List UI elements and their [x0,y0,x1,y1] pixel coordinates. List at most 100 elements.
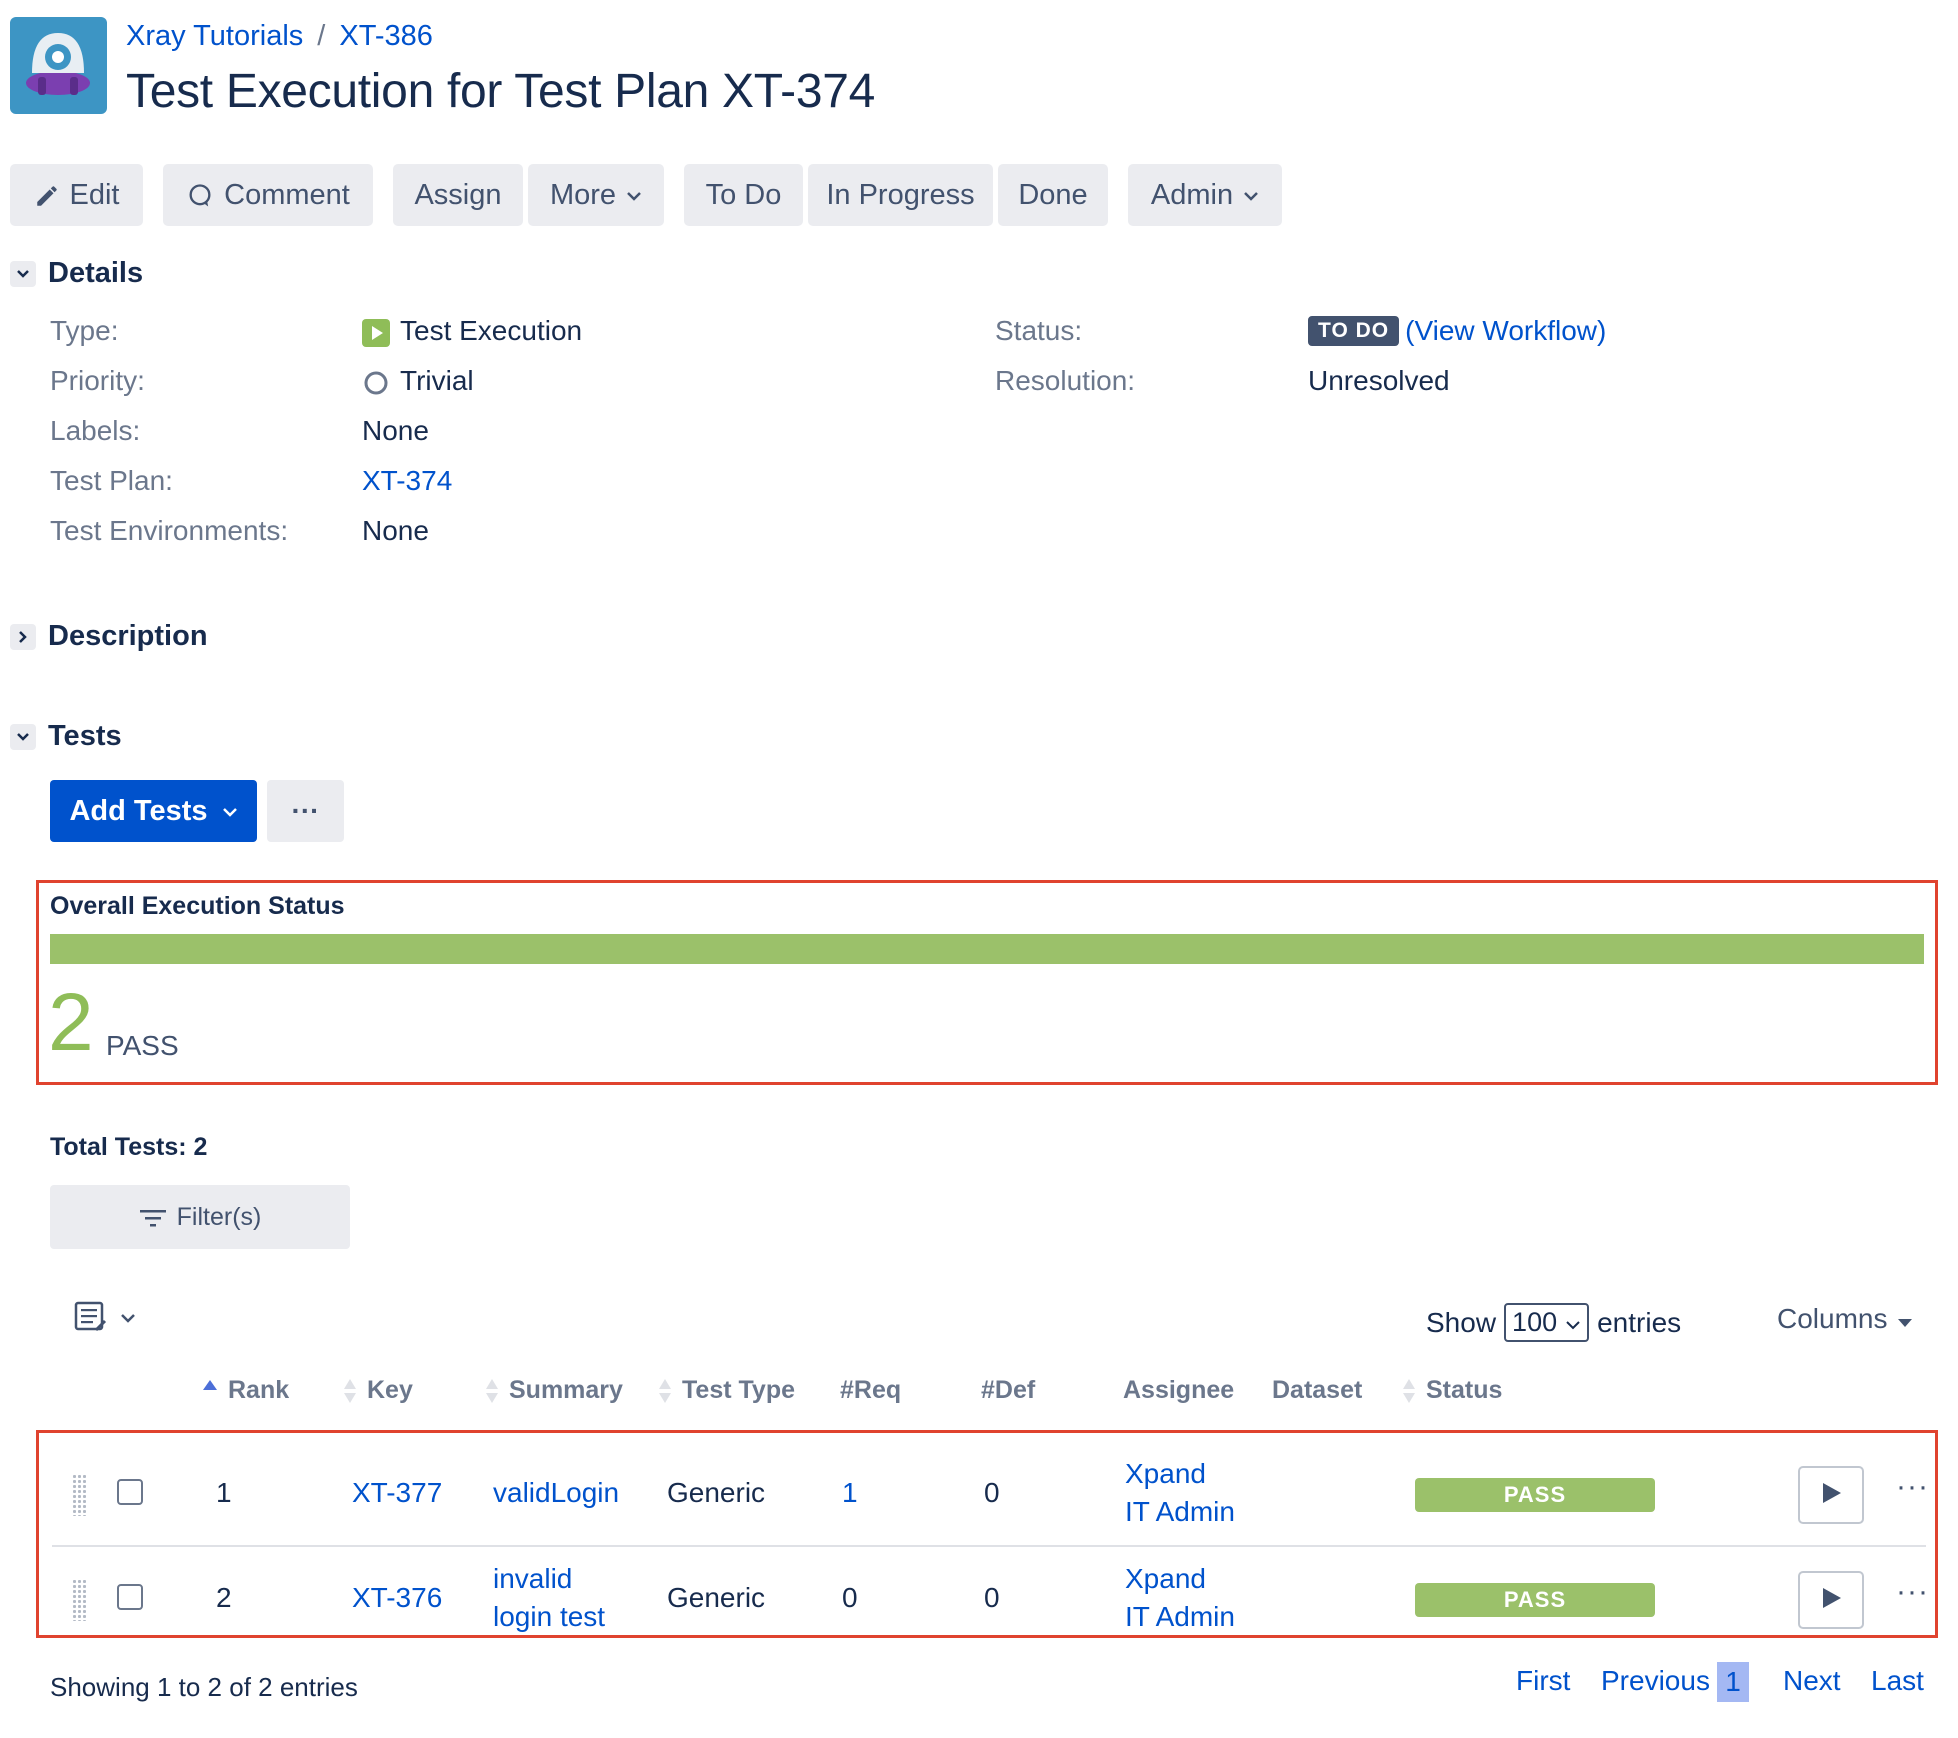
view-workflow-link[interactable]: View Workflow [1414,315,1597,347]
breadcrumb: Xray Tutorials / XT-386 [126,20,433,53]
column-header-key-label: Key [367,1376,413,1404]
row-assignee-link[interactable]: Xpand [1125,1563,1206,1595]
labels-label: Labels: [50,415,141,446]
pagination-current-page[interactable]: 1 [1717,1662,1749,1702]
more-label: More [549,178,617,211]
chevron-down-icon [10,260,36,287]
add-tests-button[interactable]: Add Tests [50,780,257,842]
row-req-link[interactable]: 1 [842,1477,858,1509]
pagination-previous[interactable]: Previous [1601,1665,1710,1697]
row-key-link[interactable]: XT-377 [352,1477,442,1509]
row-assignee-link[interactable]: Xpand [1125,1458,1206,1490]
assign-button[interactable]: Assign [393,164,523,226]
admin-button[interactable]: Admin [1128,164,1282,226]
test-plan-link[interactable]: XT-374 [362,465,452,497]
row-more-actions-button[interactable]: ··· [1896,1575,1929,1609]
column-header-rank[interactable]: Rank [202,1376,289,1405]
more-button[interactable]: More [528,164,664,226]
row-assignee-link-line2[interactable]: IT Admin [1125,1496,1235,1528]
row-summary-link[interactable]: validLogin [493,1477,619,1509]
column-header-req[interactable]: #Req [840,1376,901,1405]
entries-select[interactable]: 100 [1504,1303,1590,1342]
pagination-last[interactable]: Last [1871,1665,1924,1697]
row-test-type: Generic [667,1477,766,1508]
comment-icon [186,179,214,212]
column-header-key[interactable]: Key [343,1376,413,1405]
columns-dropdown[interactable]: Columns [1777,1303,1913,1335]
row-test-type: Generic [667,1582,766,1613]
comment-label: Comment [224,178,350,211]
workflow-open-paren: ( [1405,315,1415,346]
type-value-text: Test Execution [400,315,583,346]
show-label: Show [1426,1306,1497,1338]
row-rank: 2 [216,1582,232,1613]
drag-handle-icon[interactable] [72,1579,86,1621]
status-badge: TO DO [1308,316,1400,346]
priority-value: Trivial [362,365,474,397]
description-toggle[interactable]: Description [10,620,208,653]
test-plan-label: Test Plan: [50,465,173,496]
status-value: TO DO (View Workflow) [1308,315,1606,347]
sort-icon [658,1378,672,1404]
column-header-summary[interactable]: Summary [485,1376,623,1405]
to-do-button[interactable]: To Do [684,164,803,226]
execute-button[interactable] [1798,1466,1864,1524]
priority-value-text: Trivial [400,365,474,396]
execute-button[interactable] [1798,1571,1864,1629]
column-header-dataset[interactable]: Dataset [1272,1376,1362,1405]
edit-button[interactable]: Edit [10,164,143,226]
filter-label: Filter(s) [176,1202,262,1231]
sort-icon [1402,1378,1416,1404]
total-tests: Total Tests: 2 [50,1133,208,1161]
column-header-assignee[interactable]: Assignee [1123,1376,1234,1405]
add-tests-label: Add Tests [69,794,208,827]
row-summary-link-line2[interactable]: login test [493,1601,605,1633]
workflow-close-paren: ) [1597,315,1607,346]
breadcrumb-issue-link[interactable]: XT-386 [339,20,433,53]
row-status-badge[interactable]: PASS [1415,1478,1655,1512]
tests-toggle[interactable]: Tests [10,720,122,753]
project-avatar-icon[interactable] [10,17,107,114]
edit-label: Edit [69,178,120,211]
row-status-badge[interactable]: PASS [1415,1583,1655,1617]
done-button[interactable]: Done [998,164,1108,226]
priority-trivial-icon [362,365,390,397]
details-heading: Details [48,257,144,289]
column-header-status[interactable]: Status [1402,1376,1502,1405]
row-summary-link[interactable]: invalid [493,1563,572,1595]
type-value: Test Execution [362,315,582,347]
column-header-def[interactable]: #Def [981,1376,1035,1405]
pagination-next[interactable]: Next [1783,1665,1841,1697]
play-icon [1819,1481,1843,1510]
sort-ascending-icon [202,1369,218,1398]
row-checkbox[interactable] [117,1584,143,1610]
admin-label: Admin [1150,178,1234,211]
test-environments-value: None [362,515,429,546]
overall-pass-label: PASS [106,1030,179,1061]
pagination-first[interactable]: First [1516,1665,1570,1697]
column-view-icon [74,1300,108,1339]
row-more-actions-button[interactable]: ··· [1896,1470,1929,1504]
chevron-right-icon [10,623,36,650]
row-checkbox[interactable] [117,1479,143,1505]
row-assignee-link-line2[interactable]: IT Admin [1125,1601,1235,1633]
chevron-down-icon [1243,179,1259,212]
row-key-link[interactable]: XT-376 [352,1582,442,1614]
columns-label: Columns [1777,1303,1888,1334]
test-execution-icon [362,315,390,347]
entries-label: entries [1597,1306,1682,1338]
drag-handle-icon[interactable] [72,1474,86,1516]
column-view-toggle[interactable] [74,1300,136,1339]
entries-select-value: 100 [1512,1307,1558,1337]
column-header-test-type[interactable]: Test Type [658,1376,795,1405]
chevron-down-icon [222,795,238,828]
tests-more-actions-button[interactable]: ··· [267,780,344,842]
in-progress-button[interactable]: In Progress [808,164,993,226]
showing-entries-info: Showing 1 to 2 of 2 entries [50,1672,358,1702]
comment-button[interactable]: Comment [163,164,373,226]
filter-button[interactable]: Filter(s) [50,1185,350,1249]
row-divider [52,1545,1926,1547]
details-toggle[interactable]: Details [10,257,143,290]
breadcrumb-project-link[interactable]: Xray Tutorials [126,20,303,53]
resolution-value: Unresolved [1308,365,1450,396]
